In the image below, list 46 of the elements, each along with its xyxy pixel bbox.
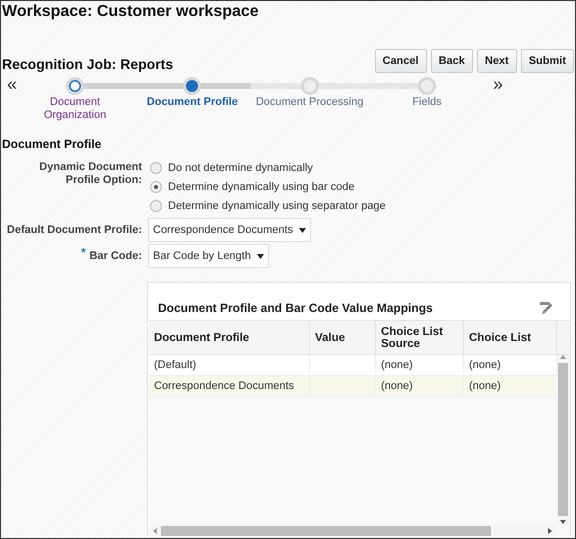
section-title: Document Profile xyxy=(2,137,102,151)
toolbar-button[interactable]: Cancel xyxy=(374,49,427,73)
scroll-right-icon[interactable] xyxy=(548,528,552,534)
field-label: Default Document Profile: xyxy=(6,224,142,236)
step-label[interactable]: Document Processing xyxy=(256,96,364,109)
edit-icon[interactable] xyxy=(540,302,552,314)
radio-button[interactable] xyxy=(150,162,162,174)
previous-step-link[interactable]: « xyxy=(1,74,27,95)
vertical-scrollbar[interactable] xyxy=(556,355,570,524)
toolbar-button[interactable]: Submit xyxy=(520,49,574,73)
toolbar-button[interactable]: Back xyxy=(430,49,473,73)
column-header[interactable]: Document Profile xyxy=(149,321,310,355)
toolbar-button[interactable]: Next xyxy=(476,49,517,73)
step-label[interactable]: Document Organization xyxy=(20,96,130,122)
table-cell: (none) xyxy=(376,376,464,397)
step-indicator[interactable] xyxy=(183,77,202,95)
caret-icon xyxy=(256,254,264,258)
step-indicator[interactable] xyxy=(66,77,84,95)
radio-button[interactable] xyxy=(150,200,162,212)
job-title: Recognition Job: Reports xyxy=(2,56,174,72)
panel-title: Document Profile and Bar Code Value Mappings xyxy=(158,301,433,315)
next-step-link[interactable]: » xyxy=(493,74,504,95)
radio-button[interactable] xyxy=(150,181,162,193)
page-title: Workspace: Customer workspace xyxy=(1,2,260,21)
table-cell: (none) xyxy=(464,376,557,397)
table-cell: Correspondence Documents xyxy=(149,376,310,397)
column-header[interactable]: Value xyxy=(310,321,376,355)
table-cell xyxy=(310,355,376,376)
caret-icon xyxy=(299,228,306,232)
table-cell: (none) xyxy=(376,355,464,376)
scroll-left-icon[interactable] xyxy=(153,528,157,534)
column-header[interactable]: Choice List Source xyxy=(376,321,464,355)
table-cell: (Default) xyxy=(149,355,310,376)
scroll-down-icon[interactable] xyxy=(560,520,566,524)
column-header[interactable]: Choice List xyxy=(464,321,557,355)
dropdown[interactable]: Bar Code by Length xyxy=(148,244,269,268)
table-cell: (none) xyxy=(464,355,557,376)
radio-label[interactable]: Determine dynamically using bar code xyxy=(168,181,354,193)
radio-label[interactable]: Determine dynamically using separator page xyxy=(168,200,386,212)
step-label[interactable]: Document Profile xyxy=(146,96,238,109)
dropdown[interactable]: Correspondence Documents xyxy=(148,218,312,242)
field-label: Dynamic Document Profile Option: xyxy=(38,161,142,187)
step-label[interactable]: Fields xyxy=(412,96,442,109)
radio-label[interactable]: Do not determine dynamically xyxy=(168,162,313,174)
field-label: Bar Code: xyxy=(89,250,142,262)
horizontal-scrollbar[interactable] xyxy=(149,524,556,538)
